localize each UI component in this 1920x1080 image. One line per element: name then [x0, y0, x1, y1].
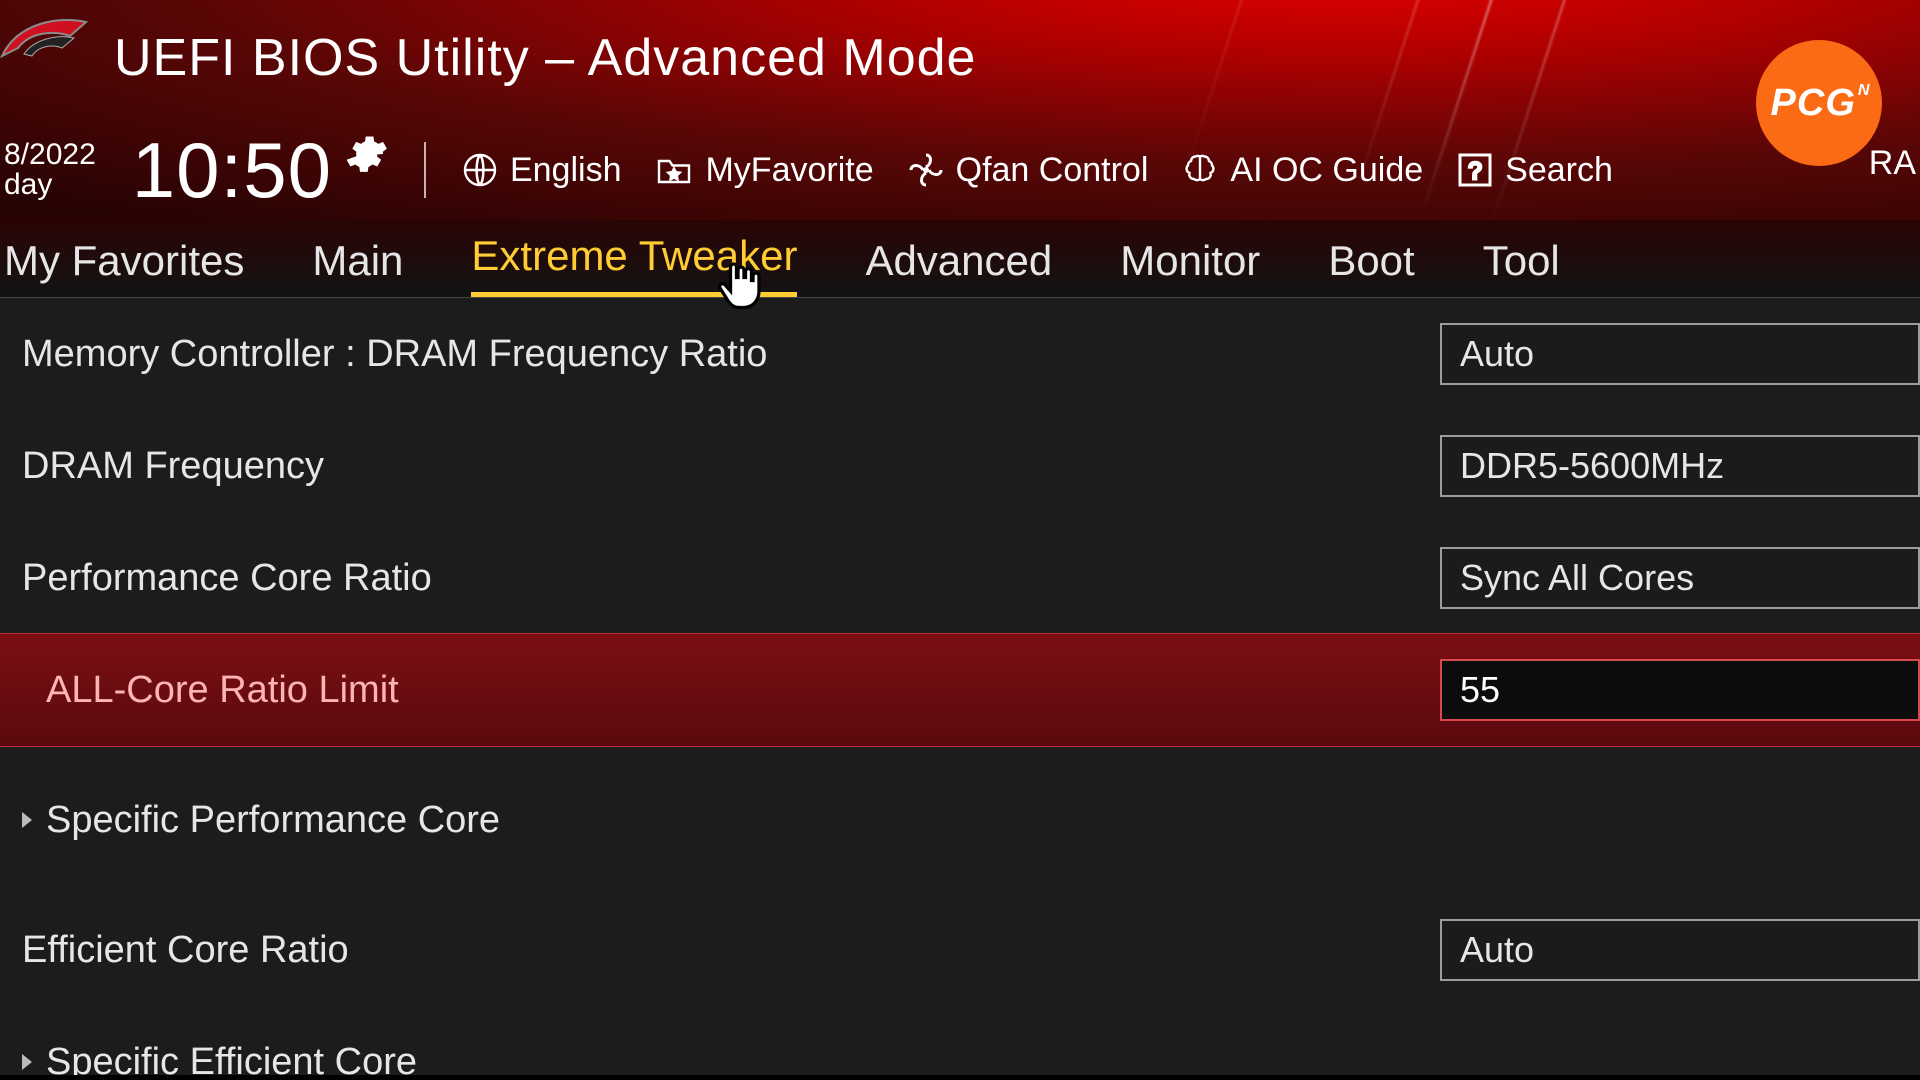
- date-line2: day: [4, 170, 96, 200]
- setting-label: ALL-Core Ratio Limit: [46, 669, 1440, 712]
- badge-sup: N: [1858, 82, 1870, 100]
- setting-row[interactable]: Memory Controller : DRAM Frequency Ratio…: [0, 298, 1920, 410]
- tab-my-favorites[interactable]: My Favorites: [4, 237, 244, 297]
- language-button[interactable]: English: [462, 151, 622, 190]
- search-label: Search: [1505, 151, 1613, 190]
- fan-icon: [908, 152, 944, 188]
- setting-value-field[interactable]: Sync All Cores: [1440, 547, 1920, 609]
- ai-oc-guide-button[interactable]: AI OC Guide: [1182, 151, 1423, 190]
- tab-advanced[interactable]: Advanced: [865, 237, 1052, 297]
- ai-oc-label: AI OC Guide: [1230, 151, 1423, 190]
- rog-logo-icon: [0, 14, 90, 84]
- setting-value-field[interactable]: 55: [1440, 659, 1920, 721]
- tab-tool[interactable]: Tool: [1483, 237, 1560, 297]
- setting-label: Performance Core Ratio: [22, 557, 1440, 600]
- setting-label-text: DRAM Frequency: [22, 445, 324, 488]
- setting-label-text: Specific Performance Core: [46, 799, 500, 842]
- qfan-label: Qfan Control: [956, 151, 1149, 190]
- setting-row[interactable]: DRAM Frequency DDR5-5600MHz: [0, 410, 1920, 522]
- clock-display: 10:50: [132, 125, 388, 216]
- search-button[interactable]: ? Search: [1457, 151, 1613, 190]
- expander-icon: [22, 812, 32, 828]
- badge-main: PCG: [1771, 82, 1856, 125]
- globe-icon: [462, 152, 498, 188]
- setting-label-text: ALL-Core Ratio Limit: [46, 669, 399, 712]
- bios-header: UEFI BIOS Utility – Advanced Mode 8/2022…: [0, 0, 1920, 220]
- setting-value-field[interactable]: DDR5-5600MHz: [1440, 435, 1920, 497]
- setting-row[interactable]: Performance Core Ratio Sync All Cores: [0, 522, 1920, 634]
- setting-label-text: Efficient Core Ratio: [22, 929, 349, 972]
- setting-label: Efficient Core Ratio: [22, 929, 1440, 972]
- help-box-icon: ?: [1457, 152, 1493, 188]
- setting-label: Specific Performance Core: [22, 799, 1920, 842]
- page-title: UEFI BIOS Utility – Advanced Mode: [114, 28, 976, 88]
- tab-main[interactable]: Main: [312, 237, 403, 297]
- divider: [424, 142, 426, 198]
- cutoff-text-ra: RA: [1869, 144, 1916, 183]
- brain-icon: [1182, 152, 1218, 188]
- pcgn-badge: PCG N: [1756, 40, 1882, 166]
- setting-label-text: Specific Efficient Core: [46, 1041, 417, 1076]
- date-display: 8/2022 day: [4, 140, 96, 200]
- setting-row[interactable]: Specific Performance Core: [0, 764, 1920, 876]
- top-info-bar: 8/2022 day 10:50 English MyFavorite: [0, 120, 1920, 220]
- tab-monitor[interactable]: Monitor: [1120, 237, 1260, 297]
- expander-icon: [22, 1054, 32, 1070]
- clock-time: 10:50: [132, 125, 332, 216]
- qfan-button[interactable]: Qfan Control: [908, 151, 1149, 190]
- setting-value-field[interactable]: Auto: [1440, 323, 1920, 385]
- setting-label: DRAM Frequency: [22, 445, 1440, 488]
- tab-boot[interactable]: Boot: [1328, 237, 1414, 297]
- main-tabs: My Favorites Main Extreme Tweaker Advanced M…: [0, 220, 1920, 298]
- svg-text:?: ?: [1468, 158, 1481, 185]
- tab-extreme-tweaker[interactable]: Extreme Tweaker: [471, 232, 797, 297]
- gear-icon[interactable]: [342, 131, 388, 177]
- language-label: English: [510, 151, 622, 190]
- setting-value-field[interactable]: Auto: [1440, 919, 1920, 981]
- myfavorite-label: MyFavorite: [705, 151, 873, 190]
- setting-row[interactable]: Efficient Core Ratio Auto: [0, 894, 1920, 1006]
- setting-label: Memory Controller : DRAM Frequency Ratio: [22, 333, 1440, 376]
- setting-label-text: Performance Core Ratio: [22, 557, 432, 600]
- myfavorite-button[interactable]: MyFavorite: [655, 151, 873, 190]
- setting-row[interactable]: Specific Efficient Core: [0, 1006, 1920, 1075]
- setting-label-text: Memory Controller : DRAM Frequency Ratio: [22, 333, 767, 376]
- date-line1: 8/2022: [4, 140, 96, 170]
- folder-star-icon: [655, 155, 693, 185]
- settings-panel: Memory Controller : DRAM Frequency Ratio…: [0, 298, 1920, 1075]
- setting-label: Specific Efficient Core: [22, 1041, 1920, 1076]
- toolbar: English MyFavorite Qfan Control AI O: [462, 151, 1613, 190]
- setting-row[interactable]: ALL-Core Ratio Limit 55: [0, 634, 1920, 746]
